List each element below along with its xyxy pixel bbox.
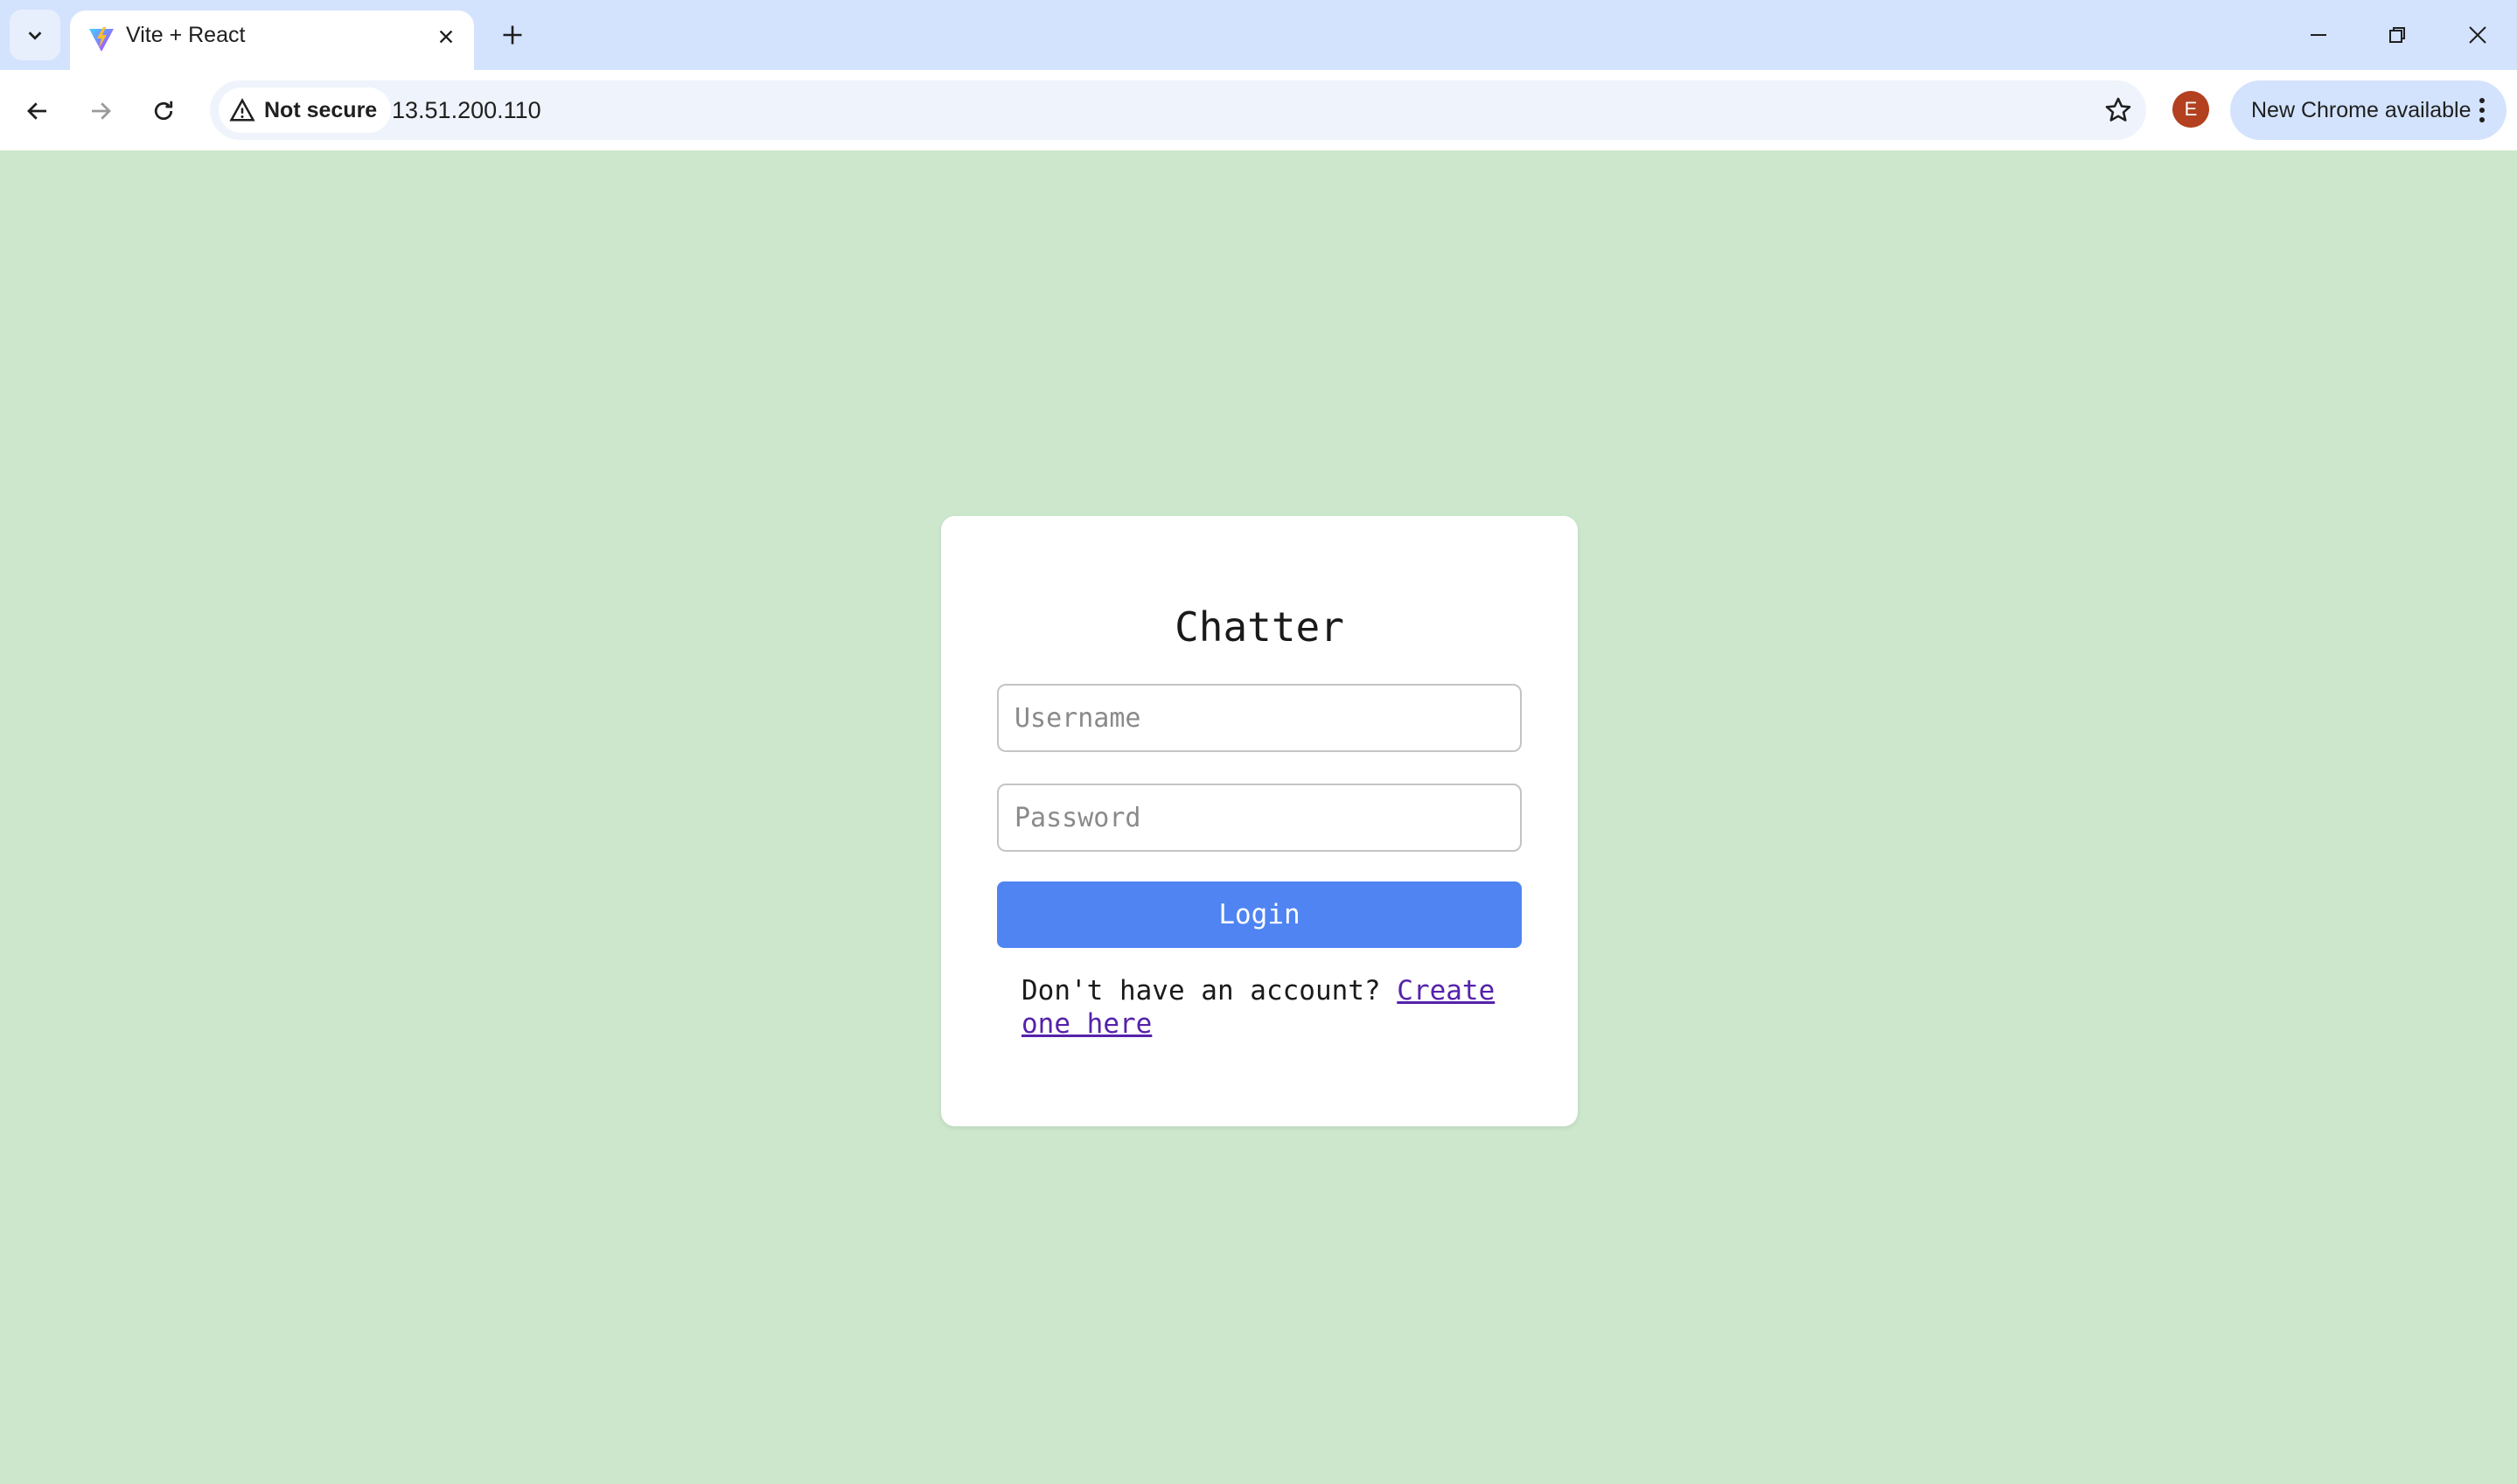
address-bar[interactable]: Not secure 13.51.200.110 — [210, 80, 2146, 140]
close-icon — [439, 30, 453, 44]
close-icon — [2469, 26, 2486, 44]
tab-close-button[interactable] — [429, 19, 464, 54]
tab-search-button[interactable] — [10, 10, 60, 60]
login-card: Chatter Login Don't have an account? Cre… — [941, 516, 1578, 1126]
reload-button[interactable] — [140, 87, 187, 135]
browser-tab[interactable]: Vite + React — [70, 10, 474, 70]
signup-prompt: Don't have an account? Create one here — [1021, 974, 1511, 1041]
back-button[interactable] — [14, 87, 61, 135]
more-vertical-icon — [2479, 98, 2485, 122]
chevron-down-icon — [28, 31, 42, 40]
tab-title: Vite + React — [126, 23, 246, 47]
profile-avatar[interactable]: E — [2172, 91, 2209, 128]
password-input[interactable] — [997, 784, 1522, 852]
new-tab-button[interactable] — [492, 14, 533, 56]
app-title: Chatter — [1175, 603, 1344, 651]
browser-toolbar: Not secure 13.51.200.110 E New Chrome av… — [0, 70, 2517, 150]
new-chrome-available-button[interactable]: New Chrome available — [2230, 80, 2507, 140]
forward-button[interactable] — [77, 87, 124, 135]
arrow-right-icon — [92, 102, 111, 120]
bookmark-button[interactable] — [2097, 89, 2139, 131]
close-window-button[interactable] — [2438, 0, 2517, 70]
restore-icon — [2389, 27, 2405, 43]
url-text[interactable]: 13.51.200.110 — [392, 80, 541, 140]
vite-logo-icon — [89, 27, 114, 52]
plus-icon — [503, 25, 522, 45]
username-input[interactable] — [997, 684, 1522, 752]
tab-strip: Vite + React — [0, 0, 2517, 70]
security-label: Not secure — [264, 97, 378, 122]
update-label: New Chrome available — [2251, 98, 2472, 122]
signup-prompt-text: Don't have an account? — [1021, 975, 1381, 1007]
reload-icon — [154, 101, 173, 121]
warning-triangle-icon — [229, 98, 255, 122]
security-indicator[interactable]: Not secure — [219, 87, 392, 133]
login-button[interactable]: Login — [997, 881, 1522, 948]
arrow-left-icon — [27, 102, 46, 120]
star-icon — [2105, 97, 2131, 122]
restore-button[interactable] — [2358, 0, 2437, 70]
minimize-button[interactable] — [2279, 0, 2358, 70]
minimize-icon — [2311, 34, 2326, 36]
browser-menu-button[interactable] — [2465, 89, 2500, 131]
